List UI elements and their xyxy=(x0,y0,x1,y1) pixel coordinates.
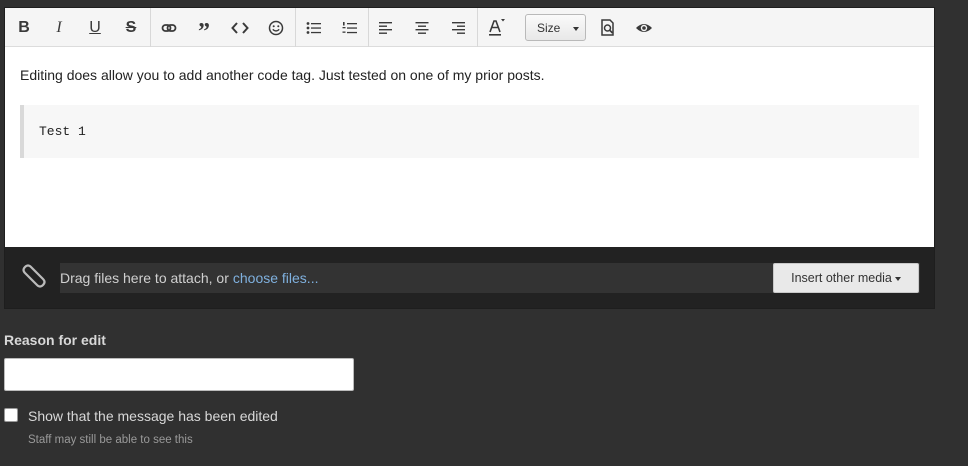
page: B I U S ” Size Editing does allow you to… xyxy=(0,0,968,466)
unordered-list-button[interactable] xyxy=(297,8,331,47)
toolbar-separator xyxy=(477,8,478,47)
chevron-down-icon xyxy=(894,276,901,281)
code-icon xyxy=(231,21,249,34)
align-right-button[interactable] xyxy=(441,8,475,47)
underline-icon: U xyxy=(89,18,101,36)
link-button[interactable] xyxy=(152,8,186,47)
unordered-list-icon xyxy=(306,21,321,34)
editor-content[interactable]: Editing does allow you to add another co… xyxy=(5,47,934,247)
insert-other-media-button[interactable]: Insert other media xyxy=(773,263,919,293)
quote-button[interactable]: ” xyxy=(187,8,221,47)
smilie-button[interactable] xyxy=(259,8,293,47)
strikethrough-icon: S xyxy=(125,18,137,36)
align-center-icon xyxy=(415,21,429,34)
ordered-list-button[interactable] xyxy=(333,8,367,47)
toggle-source-button[interactable] xyxy=(627,8,661,47)
italic-button[interactable]: I xyxy=(42,8,76,47)
code-content: Test 1 xyxy=(39,124,86,139)
quote-icon: ” xyxy=(198,18,210,45)
underline-button[interactable]: U xyxy=(78,8,112,47)
strikethrough-button[interactable]: S xyxy=(114,8,148,47)
show-edited-hint: Staff may still be able to see this xyxy=(28,434,193,446)
attachment-bar: Drag files here to attach, or choose fil… xyxy=(5,247,934,308)
code-block: Test 1 xyxy=(20,105,919,158)
text-color-button[interactable] xyxy=(479,8,513,47)
editor-toolbar: B I U S ” Size xyxy=(5,8,934,47)
show-edited-label[interactable]: Show that the message has been edited xyxy=(28,408,278,424)
chevron-down-icon xyxy=(573,27,579,31)
smilie-icon xyxy=(268,20,284,35)
align-left-icon xyxy=(379,21,392,34)
link-icon xyxy=(161,23,177,32)
bold-button[interactable]: B xyxy=(7,8,41,47)
paperclip-icon xyxy=(22,264,46,288)
ordered-list-icon xyxy=(342,21,357,33)
preview-icon xyxy=(601,18,614,36)
bold-icon: B xyxy=(18,18,30,36)
insert-other-media-label: Insert other media xyxy=(791,271,892,285)
choose-files-link[interactable]: choose files... xyxy=(233,270,319,286)
drop-text: Drag files here to attach, or xyxy=(60,270,229,286)
align-right-icon xyxy=(452,21,465,34)
message-editor: B I U S ” Size Editing does allow you to… xyxy=(4,7,935,309)
view-source-icon xyxy=(636,23,652,32)
show-edited-checkbox[interactable] xyxy=(4,408,18,422)
message-text: Editing does allow you to add another co… xyxy=(20,67,545,83)
text-color-icon xyxy=(489,18,505,36)
reason-for-edit-label: Reason for edit xyxy=(4,332,106,348)
font-size-select[interactable]: Size xyxy=(525,14,586,41)
code-button[interactable] xyxy=(223,8,257,47)
align-center-button[interactable] xyxy=(405,8,439,47)
preview-button[interactable] xyxy=(591,8,625,47)
align-left-button[interactable] xyxy=(369,8,403,47)
font-size-label: Size xyxy=(537,20,561,35)
italic-icon: I xyxy=(56,18,62,36)
toolbar-separator xyxy=(150,8,151,47)
toolbar-separator xyxy=(295,8,296,47)
reason-for-edit-input[interactable] xyxy=(4,358,354,391)
